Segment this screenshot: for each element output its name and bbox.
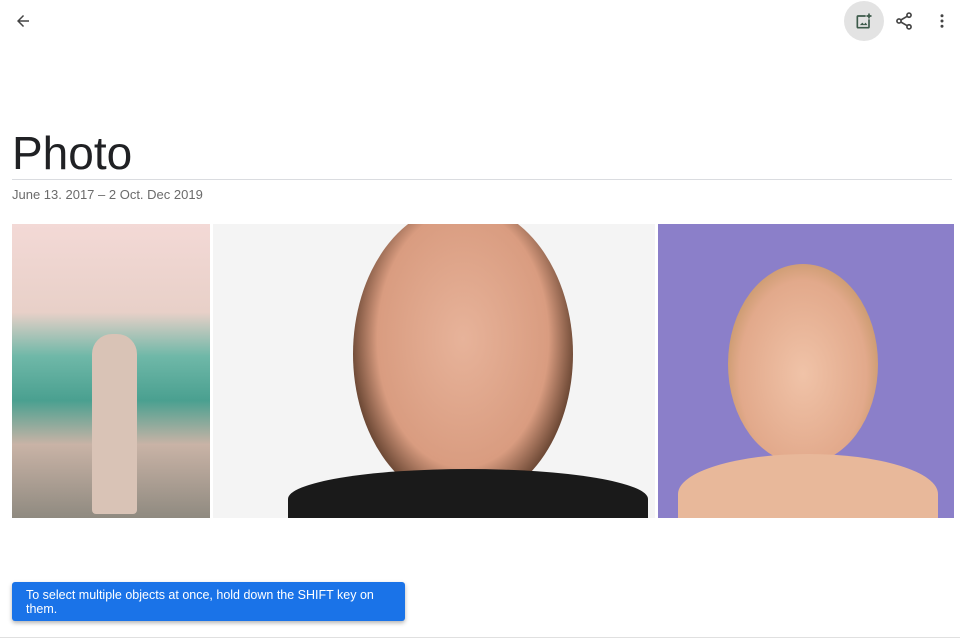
back-button[interactable]	[3, 1, 43, 41]
photo-subject	[92, 334, 137, 514]
more-vert-icon	[940, 14, 944, 28]
photo-subject	[728, 264, 878, 464]
arrow-back-icon	[17, 15, 29, 27]
photo-shirt	[288, 469, 648, 518]
toast-message: To select multiple objects at once, hold…	[26, 587, 374, 616]
photo-woman-with-teal-truck[interactable]	[12, 224, 210, 518]
add-to-album-button[interactable]	[844, 1, 884, 41]
more-options-button[interactable]	[922, 1, 960, 41]
photo-woman-portrait[interactable]	[213, 224, 655, 518]
album-title[interactable]: Photo	[12, 126, 132, 180]
photo-subject	[353, 224, 573, 504]
photo-shoulders	[678, 454, 938, 518]
title-divider	[12, 179, 952, 180]
top-bar	[0, 0, 960, 44]
photo-woman-with-confetti[interactable]	[658, 224, 954, 518]
selection-hint-toast: To select multiple objects at once, hold…	[12, 582, 405, 621]
add-to-album-icon	[856, 12, 873, 29]
bottom-divider	[0, 637, 960, 638]
share-button[interactable]	[884, 1, 924, 41]
album-date-range: June 13. 2017 – 2 Oct. Dec 2019	[12, 187, 203, 202]
share-icon	[896, 12, 912, 30]
